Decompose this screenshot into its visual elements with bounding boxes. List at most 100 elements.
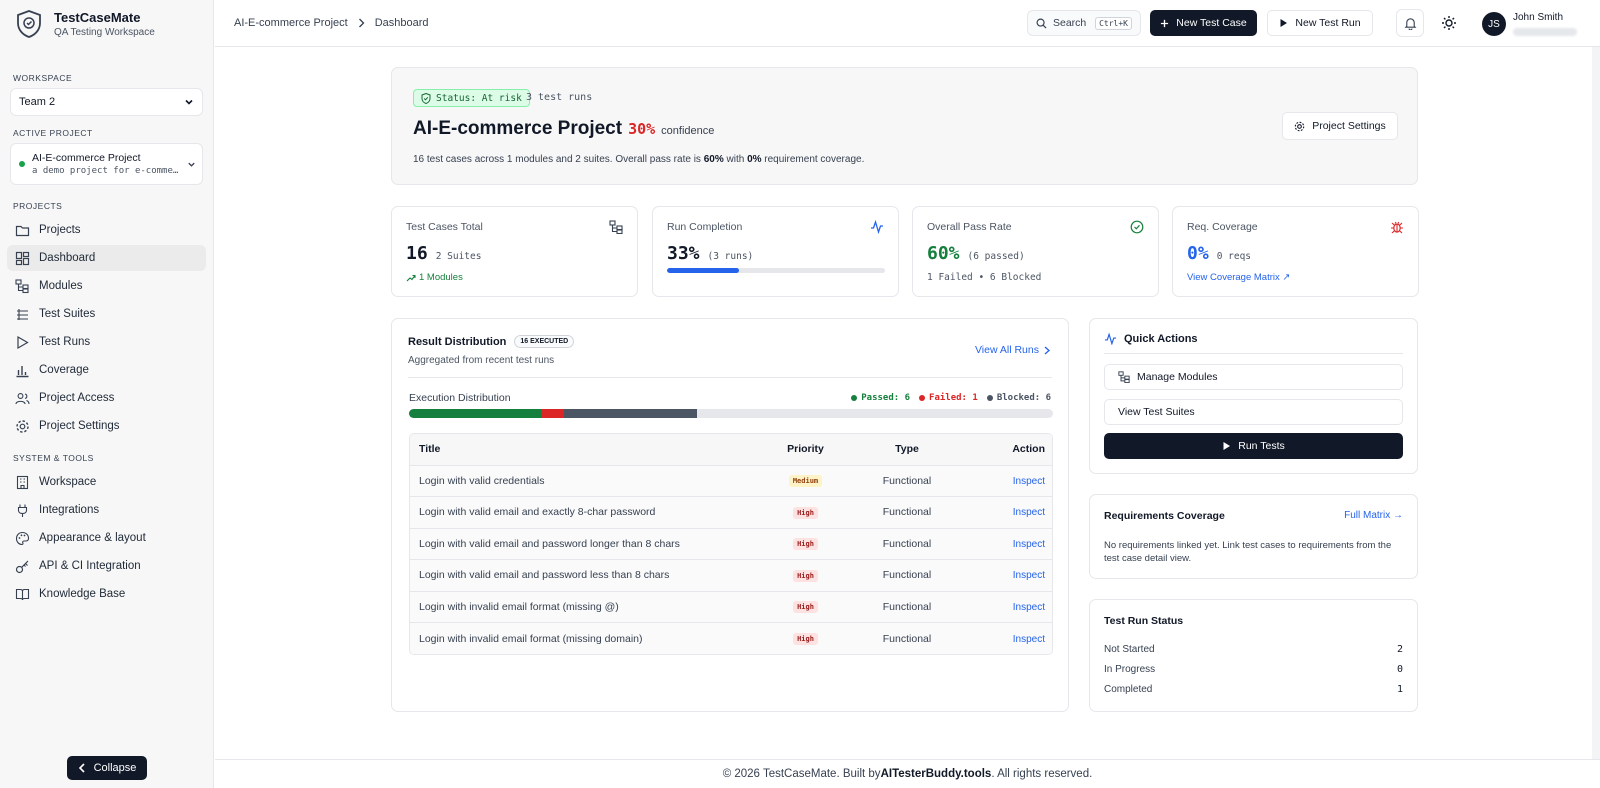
bug-icon [1390, 220, 1404, 234]
new-test-run-button[interactable]: New Test Run [1267, 10, 1373, 36]
dashboard-icon [15, 251, 30, 266]
sidebar-item-test-runs[interactable]: Test Runs [7, 329, 206, 355]
active-project-selector[interactable]: AI-E-commerce Project a demo project for… [10, 143, 203, 185]
status-text: Status: At risk [436, 92, 522, 104]
search-icon [1036, 18, 1047, 29]
sidebar-item-coverage[interactable]: Coverage [7, 357, 206, 383]
sidebar-item-label: Projects [39, 224, 81, 236]
sidebar-item-dashboard[interactable]: Dashboard [7, 245, 206, 271]
view-test-suites-button[interactable]: View Test Suites [1104, 399, 1403, 425]
manage-modules-label: Manage Modules [1137, 371, 1218, 383]
sidebar-item-projects[interactable]: Projects [7, 217, 206, 243]
avatar[interactable]: JS [1482, 12, 1506, 36]
user-name[interactable]: John Smith [1513, 12, 1563, 23]
scrollbar[interactable] [1592, 47, 1600, 759]
inspect-link[interactable]: Inspect [1013, 602, 1045, 613]
sidebar-item-api-ci-integration[interactable]: API & CI Integration [7, 553, 206, 579]
breadcrumb-project[interactable]: AI-E-commerce Project [234, 17, 348, 29]
manage-modules-button[interactable]: Manage Modules [1104, 364, 1403, 390]
projects-label: PROJECTS [13, 201, 63, 211]
inspect-link[interactable]: Inspect [1013, 507, 1045, 518]
play-icon [1279, 18, 1288, 28]
logo-icon [14, 9, 44, 39]
cell-type: Functional [848, 591, 966, 623]
cell-type: Functional [848, 496, 966, 529]
users-icon [15, 391, 30, 406]
sidebar-item-knowledge-base[interactable]: Knowledge Base [7, 581, 206, 607]
status-label: Not Started [1104, 644, 1155, 655]
status-value: 2 [1396, 644, 1403, 655]
sidebar-item-label: Project Settings [39, 420, 120, 432]
stat-note: (6 passed) [967, 251, 1025, 262]
sidebar-item-project-settings[interactable]: Project Settings [7, 413, 206, 439]
stat-test-cases: Test Cases Total 16 2 Suites 1 Modules [391, 206, 638, 297]
summary-pass-rate: 60% [703, 154, 724, 165]
cell-type: Functional [848, 559, 966, 592]
full-matrix-link[interactable]: Full Matrix → [1344, 510, 1403, 521]
test-suites-icon [15, 307, 30, 322]
section-title: Quick Actions [1124, 333, 1198, 345]
modules-icon [1118, 371, 1130, 383]
sidebar-item-workspace[interactable]: Workspace [7, 469, 206, 495]
project-settings-label: Project Settings [1312, 120, 1386, 132]
project-title: AI-E-commerce Project [413, 118, 623, 139]
view-all-runs-link[interactable]: View All Runs [975, 344, 1050, 356]
new-test-case-button[interactable]: New Test Case [1150, 10, 1257, 36]
stat-note: (3 runs) [707, 251, 754, 262]
column-type: Type [848, 434, 966, 466]
result-distribution-title: Result Distribution 16 EXECUTED [408, 335, 575, 348]
sidebar-item-modules[interactable]: Modules [7, 273, 206, 299]
executed-badge: 16 EXECUTED [514, 335, 575, 348]
status-label: Completed [1104, 684, 1153, 695]
inspect-link[interactable]: Inspect [1013, 570, 1045, 581]
view-all-runs-label: View All Runs [974, 344, 1039, 356]
collapse-button[interactable]: Collapse [67, 756, 147, 780]
cell-priority: Medium [763, 465, 848, 497]
inspect-link[interactable]: Inspect [1013, 539, 1045, 550]
project-settings-button[interactable]: Project Settings [1282, 112, 1398, 140]
sidebar-item-appearance-layout[interactable]: Appearance & layout [7, 525, 206, 551]
summary-suffix: requirement coverage. [761, 154, 865, 165]
quick-actions-card: Quick Actions Manage Modules View Test S… [1089, 318, 1418, 474]
inspect-link[interactable]: Inspect [1013, 476, 1045, 487]
brand[interactable]: TestCaseMate QA Testing Workspace [0, 0, 213, 48]
inspect-link[interactable]: Inspect [1013, 634, 1045, 645]
cell-type: Functional [848, 465, 966, 497]
check-circle-icon [1130, 220, 1144, 234]
project-overview-card: Status: At risk 3 test runs AI-E-commerc… [391, 67, 1418, 185]
workspace-select[interactable]: Team 2 [10, 88, 203, 116]
cell-type: Functional [848, 622, 966, 654]
theme-toggle-button[interactable] [1435, 9, 1463, 37]
execution-distribution-label: Execution Distribution [409, 392, 511, 404]
notifications-button[interactable] [1396, 9, 1424, 37]
modules-icon [609, 220, 623, 234]
priority-badge: High [793, 601, 818, 614]
legend-item: Passed: 6 [851, 393, 910, 403]
sidebar-item-integrations[interactable]: Integrations [7, 497, 206, 523]
run-tests-button[interactable]: Run Tests [1104, 433, 1403, 459]
footer: © 2026 TestCaseMate. Built by AITesterBu… [215, 759, 1600, 788]
view-coverage-matrix-link[interactable]: View Coverage Matrix ↗ [1187, 272, 1290, 283]
cell-title: Login with invalid email format (missing… [410, 591, 763, 623]
footer-brand-link[interactable]: AITesterBuddy.tools [881, 768, 992, 780]
table-header-row: Title Priority Type Action [410, 434, 1052, 466]
footer-prefix: © 2026 TestCaseMate. Built by [722, 768, 881, 780]
chevron-down-icon [184, 97, 194, 107]
status-row-completed: Completed 1 [1104, 684, 1403, 695]
search-button[interactable]: Search Ctrl+K [1027, 10, 1141, 36]
chevron-right-icon [358, 18, 365, 28]
table-row: Login with valid email and password long… [410, 528, 1052, 560]
stat-value: 16 2 Suites [406, 243, 481, 264]
cell-type: Functional [848, 528, 966, 560]
stat-label: Run Completion [667, 221, 743, 233]
shield-check-icon [421, 92, 431, 104]
sidebar-item-test-suites[interactable]: Test Suites [7, 301, 206, 327]
sidebar-item-label: Project Access [39, 392, 115, 404]
sidebar-item-project-access[interactable]: Project Access [7, 385, 206, 411]
sidebar-item-label: Modules [39, 280, 83, 292]
status-value: 1 [1396, 684, 1403, 695]
summary-prefix: 16 test cases across 1 modules and 2 sui… [413, 154, 704, 165]
active-project-label: ACTIVE PROJECT [13, 128, 93, 138]
stat-label: Test Cases Total [406, 221, 483, 233]
cell-priority: High [763, 528, 848, 560]
